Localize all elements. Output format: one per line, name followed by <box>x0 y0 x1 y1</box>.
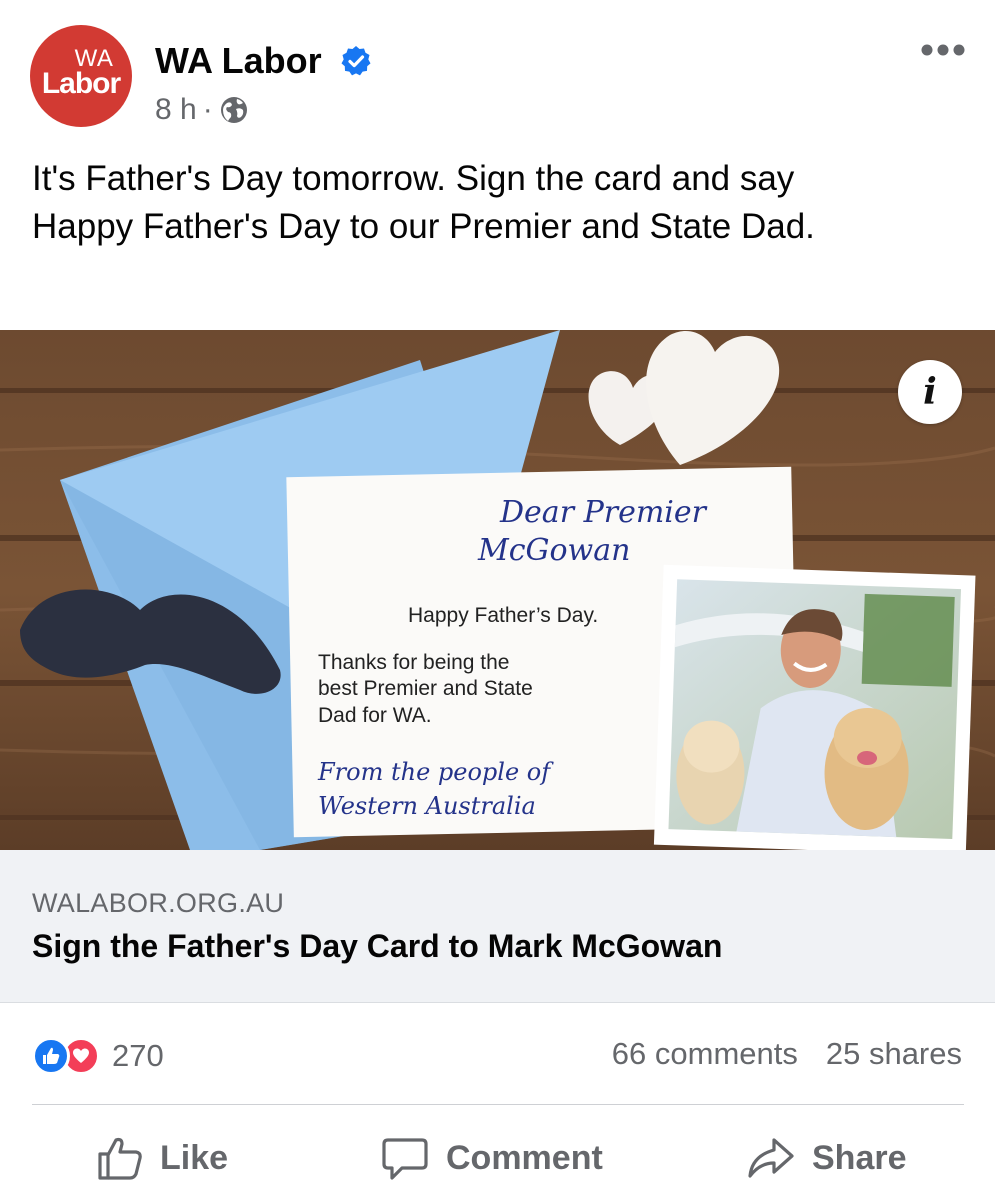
page-name[interactable]: WA Labor <box>155 40 322 82</box>
divider <box>32 1104 964 1105</box>
card-body-1: Thanks for being the <box>318 651 509 674</box>
card-greeting: Happy Father’s Day. <box>408 604 598 627</box>
share-arrow-icon <box>748 1138 794 1178</box>
card-body-2: best Premier and State <box>318 677 533 700</box>
post-header: WA Labor WA Labor 8 h · <box>0 0 995 140</box>
premier-photo <box>653 564 976 850</box>
post-text-line-1: It's Father's Day tomorrow. Sign the car… <box>32 159 795 198</box>
like-reaction-icon <box>32 1037 70 1075</box>
avatar[interactable]: WA Labor <box>30 25 132 127</box>
link-domain[interactable]: WALABOR.ORG.AU <box>32 888 284 919</box>
post-text: It's Father's Day tomorrow. Sign the car… <box>32 155 972 251</box>
card-body-3: Dad for WA. <box>318 704 432 727</box>
more-options-icon[interactable] <box>920 38 966 62</box>
share-label: Share <box>812 1138 907 1177</box>
link-title[interactable]: Sign the Father's Day Card to Mark McGow… <box>32 928 722 965</box>
action-bar: Like Comment Share <box>0 1128 995 1188</box>
card-salutation-1: Dear Premier <box>499 495 708 530</box>
globe-icon <box>220 97 247 123</box>
link-preview[interactable] <box>0 850 995 1003</box>
reaction-count: 270 <box>112 1038 164 1073</box>
card-signoff-1: From the people of <box>317 758 554 786</box>
engagement-counts: 66 comments 25 shares <box>612 1036 962 1072</box>
comment-bubble-icon <box>382 1138 428 1180</box>
avatar-text-labor: Labor <box>41 67 121 100</box>
meta-separator: · <box>202 93 213 126</box>
comments-count[interactable]: 66 comments <box>612 1036 798 1072</box>
like-label: Like <box>160 1138 229 1177</box>
comment-label: Comment <box>446 1138 603 1177</box>
post-image[interactable]: Dear Premier McGowan Happy Father’s Day.… <box>0 330 995 850</box>
verified-badge-icon <box>341 46 371 76</box>
like-button[interactable]: Like <box>96 1128 228 1188</box>
post-meta: 8 h · <box>155 92 249 128</box>
ad-info-button[interactable]: i <box>898 360 962 424</box>
post-text-line-2: Happy Father's Day to our Premier and St… <box>32 207 815 246</box>
share-button[interactable]: Share <box>746 1128 907 1188</box>
fathers-day-card-image: Dear Premier McGowan Happy Father’s Day.… <box>0 330 995 850</box>
thumbs-up-icon <box>98 1137 142 1180</box>
post-time[interactable]: 8 h <box>155 92 197 128</box>
card-salutation-2: McGowan <box>477 533 630 568</box>
card-signoff-2: Western Australia <box>318 792 536 820</box>
comment-button[interactable]: Comment <box>380 1128 603 1188</box>
reaction-summary[interactable]: 270 <box>32 1036 164 1076</box>
shares-count[interactable]: 25 shares <box>826 1036 962 1072</box>
